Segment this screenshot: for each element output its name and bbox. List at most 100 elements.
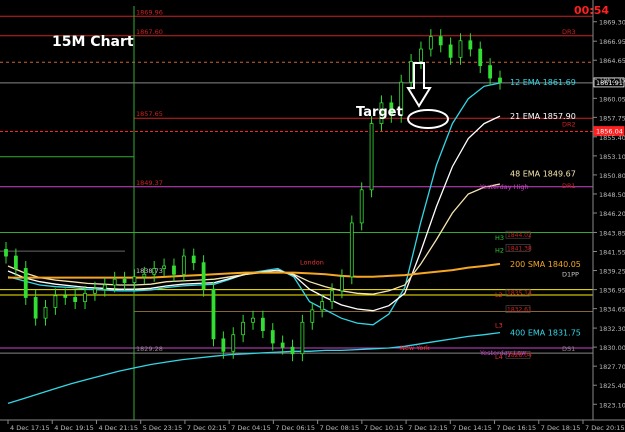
chart-title: 15M Chart (52, 34, 134, 50)
x-tick-label: 7 Dec 20:15 (585, 424, 625, 432)
candle-body (330, 290, 334, 302)
camarilla-label: L2 (495, 291, 503, 299)
candle-body (181, 255, 186, 275)
level-label-right: DS1 (562, 345, 575, 353)
x-tick-label: 7 Dec 16:15 (497, 424, 537, 432)
x-tick-label: 4 Dec 19:15 (54, 424, 94, 432)
candle-body (83, 292, 87, 302)
candle-body (280, 342, 285, 348)
candle-body (172, 265, 176, 275)
candle-body (33, 297, 38, 319)
candle-body (488, 65, 493, 79)
candle-body (93, 288, 97, 294)
candle-body (191, 255, 196, 264)
candle-body (498, 77, 502, 83)
value-tag-text: 1844.02 (507, 232, 532, 239)
candle-body (221, 338, 226, 352)
y-tick-label: 1832.30 (599, 325, 625, 333)
candle-body (73, 297, 78, 302)
y-tick-label: 1843.85 (599, 229, 625, 237)
x-tick-label: 7 Dec 02:15 (187, 424, 227, 432)
candle-body (290, 346, 295, 355)
candle-body (211, 288, 216, 340)
level-label-left: 1867.60 (136, 28, 163, 36)
x-tick-label: 5 Dec 23:15 (143, 424, 183, 432)
y-tick-label: 1825.40 (599, 382, 625, 390)
candle-body (251, 317, 255, 323)
ema-label: 12 EMA 1861.69 (510, 78, 576, 87)
level-label-right: DR2 (562, 121, 576, 129)
chart-background (0, 0, 625, 432)
y-tick-label: 1862.35 (599, 76, 625, 84)
ema-label: 48 EMA 1849.67 (510, 169, 576, 178)
y-tick-label: 1860.05 (599, 95, 625, 103)
level-label-left: 1857.65 (136, 110, 163, 118)
camarilla-label: London (300, 259, 324, 267)
y-tick-label: 1855.40 (599, 134, 625, 142)
price-chart[interactable]: 1869.96 1867.60 1857.65 1849.37 1838.73 1829.… (0, 0, 625, 432)
candle-body (458, 40, 463, 58)
x-tick-label: 7 Dec 06:15 (275, 424, 315, 432)
candle-body (13, 255, 18, 269)
candle-body (349, 222, 354, 278)
candle-body (438, 36, 443, 46)
candle-body (468, 40, 473, 50)
x-tick-label: 7 Dec 18:15 (541, 424, 581, 432)
value-tag-text: 1832.61 (507, 307, 532, 314)
candle-body (419, 48, 423, 62)
value-tag-text: 1835.14 (507, 290, 532, 297)
candle-body (4, 249, 8, 257)
candle-body (231, 334, 236, 352)
level-label-right: DR1 (562, 182, 576, 190)
ema-label: 200 SMA 1840.05 (510, 260, 581, 269)
y-tick-label: 1834.65 (599, 306, 625, 314)
y-tick-label: 1839.25 (599, 268, 625, 276)
y-tick-label: 1864.65 (599, 57, 625, 65)
level-label-left: 1869.96 (136, 8, 163, 16)
level-label-right: D1PP (562, 270, 579, 278)
x-tick-label: 7 Dec 08:15 (320, 424, 360, 432)
x-tick-label: 7 Dec 14:15 (452, 424, 492, 432)
candle-body (162, 265, 166, 269)
x-tick-label: 4 Dec 21:15 (98, 424, 138, 432)
y-tick-label: 1848.50 (599, 191, 625, 199)
x-tick-label: 7 Dec 12:15 (408, 424, 448, 432)
x-tick-label: 7 Dec 04:15 (231, 424, 271, 432)
candle-body (132, 276, 137, 283)
y-tick-label: 1836.95 (599, 287, 625, 295)
candle-body (112, 278, 117, 286)
candle-body (23, 268, 28, 298)
candle-body (478, 48, 483, 67)
candle-body (359, 189, 364, 224)
candle-body (270, 330, 275, 344)
level-label-right: DR3 (562, 28, 576, 36)
candle-body (448, 44, 453, 58)
y-tick-label: 1857.75 (599, 114, 625, 122)
y-tick-label: 1823.10 (599, 401, 625, 409)
y-tick-label: 1830.00 (599, 344, 625, 352)
candle-body (428, 36, 433, 50)
camarilla-label: L3 (495, 322, 503, 330)
y-tick-label: 1853.10 (599, 153, 625, 161)
x-tick-label: 4 Dec 17:15 (10, 424, 50, 432)
level-label-left: 1829.28 (136, 345, 163, 353)
y-tick-label: 1866.95 (599, 38, 625, 46)
candle-body (369, 123, 374, 191)
value-tag-text: 1841.38 (507, 245, 532, 252)
y-tick-label: 1846.20 (599, 210, 625, 218)
y-tick-label: 1827.70 (599, 363, 625, 371)
candle-body (241, 321, 246, 336)
candle-body (300, 321, 305, 355)
candle-body (53, 295, 58, 308)
candle-body (63, 295, 68, 298)
candle-body (310, 309, 315, 323)
candle-body (122, 278, 127, 283)
level-label-left: 1838.73 (136, 267, 163, 275)
candle-body (102, 284, 107, 290)
camarilla-label: New York (400, 344, 430, 352)
camarilla-label: H3 (495, 234, 504, 242)
candle-body (201, 262, 206, 290)
camarilla-label: H2 (495, 246, 504, 254)
candle-body (340, 276, 344, 292)
ema-label: 400 EMA 1831.75 (510, 329, 581, 338)
